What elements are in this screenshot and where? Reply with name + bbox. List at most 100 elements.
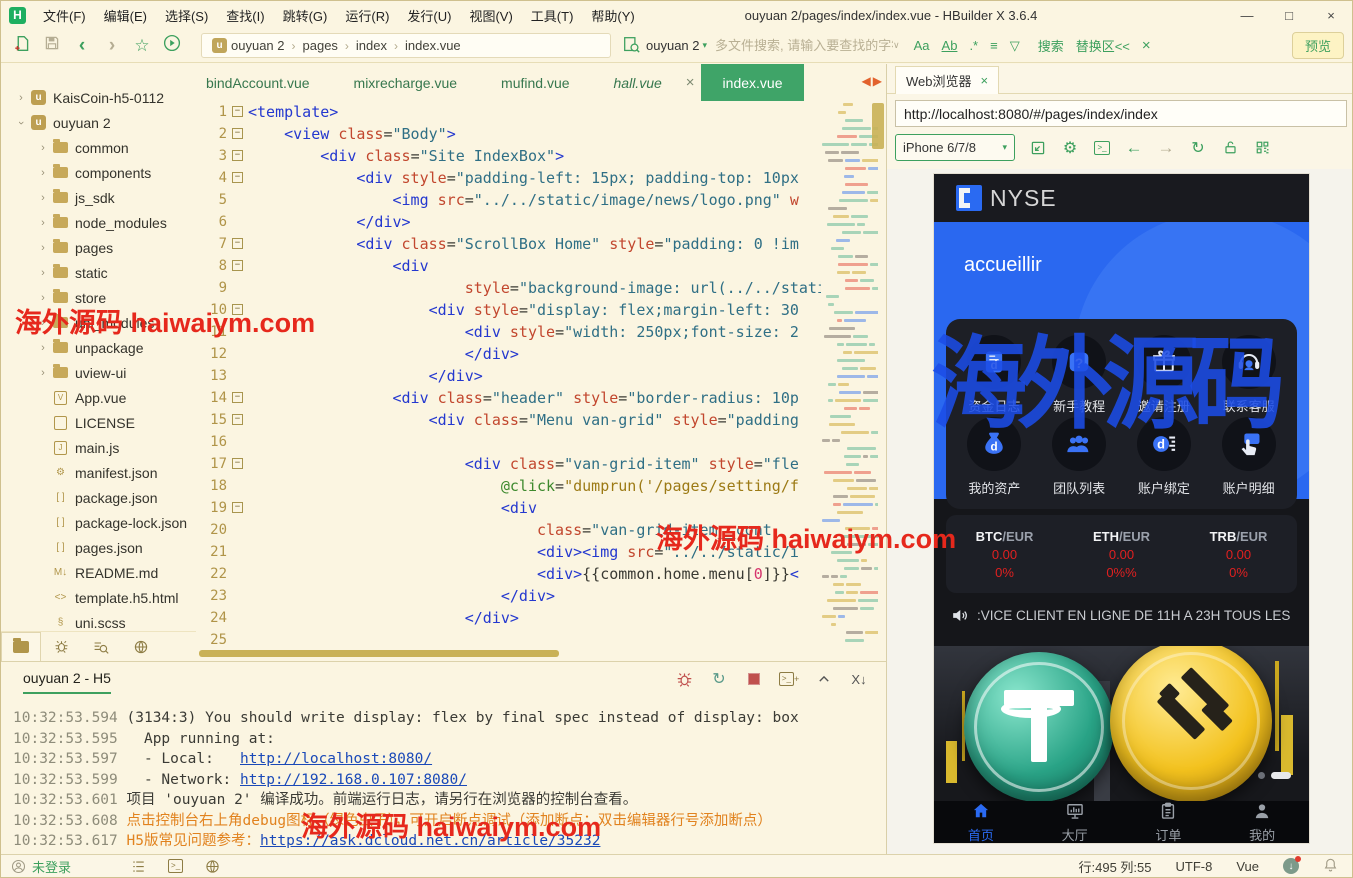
breadcrumb-item[interactable]: pages — [303, 38, 338, 53]
fold-marker-icon[interactable]: − — [232, 128, 243, 139]
chevron-icon[interactable]: › — [37, 317, 49, 329]
menu-item[interactable]: 选择(S) — [156, 2, 217, 29]
market-tile-trb[interactable]: TRB/EUR 0.00 0% — [1180, 515, 1297, 593]
market-tile-eth[interactable]: ETH/EUR 0.00 0%% — [1063, 515, 1180, 593]
fold-marker-icon[interactable]: − — [232, 392, 243, 403]
multi-file-search-icon[interactable] — [623, 36, 640, 56]
search-history-caret-icon[interactable]: ∨ — [893, 40, 900, 51]
menu-item-账户明细[interactable]: 账户明细 — [1206, 417, 1291, 499]
menu-item[interactable]: 工具(T) — [522, 2, 583, 29]
search-button[interactable]: 搜索 — [1038, 36, 1064, 55]
phone-tab-订单[interactable]: 订单 — [1122, 801, 1216, 843]
breadcrumb-item[interactable]: index.vue — [405, 38, 461, 53]
nav-back-icon[interactable]: ← — [1125, 138, 1143, 157]
files-panel-tab[interactable] — [1, 632, 41, 661]
search-scope[interactable]: ouyuan 2 — [646, 38, 700, 53]
line-number[interactable]: 19 — [196, 497, 232, 519]
console-window-icon[interactable]: >_ — [1093, 139, 1111, 157]
tree-item-kaiscoin-h5-0112[interactable]: › u KaisCoin-h5-0112 — [1, 85, 196, 110]
menu-item[interactable]: 视图(V) — [460, 2, 521, 29]
account-icon[interactable] — [11, 859, 26, 874]
minimize-button[interactable]: — — [1226, 1, 1268, 29]
tree-item-node-modules[interactable]: › node_modules — [1, 210, 196, 235]
bookmark-star-icon[interactable]: ☆ — [127, 36, 157, 56]
close-tab-icon[interactable]: × — [686, 74, 695, 91]
breadcrumb-item[interactable]: index — [356, 38, 387, 53]
menu-item-团队列表[interactable]: 团队列表 — [1037, 417, 1122, 499]
fold-marker-icon[interactable]: − — [232, 260, 243, 271]
refresh-icon[interactable]: ↻ — [1189, 139, 1207, 157]
tree-item-license[interactable]: LICENSE — [1, 410, 196, 435]
menu-item-新手教程[interactable]: ? 新手教程 — [1037, 335, 1122, 417]
close-browser-tab-icon[interactable]: × — [981, 73, 989, 88]
tree-item-main-js[interactable]: Jmain.js — [1, 435, 196, 460]
chevron-icon[interactable]: › — [15, 117, 27, 129]
chevron-icon[interactable]: › — [15, 92, 27, 104]
tree-item-package-lock-json[interactable]: [ ] package-lock.json — [1, 510, 196, 535]
network-icon[interactable] — [205, 859, 220, 874]
line-number[interactable]: 24 — [196, 607, 232, 629]
breadcrumb-item[interactable]: ouyuan 2 — [231, 38, 285, 53]
debug-panel-tab[interactable] — [41, 632, 81, 661]
qr-code-icon[interactable] — [1253, 139, 1271, 157]
match-case-button[interactable]: Aa — [914, 38, 930, 53]
code-area[interactable]: 1− <template> 2− <view class="Body"> 3− <di… — [196, 101, 821, 647]
extensions-panel-tab[interactable] — [121, 632, 161, 661]
menu-item-账户绑定[interactable]: d 账户绑定 — [1122, 417, 1207, 499]
whole-word-button[interactable]: Ab — [942, 38, 958, 53]
line-number[interactable]: 15 — [196, 409, 232, 431]
menu-item-邀请注册[interactable]: 邀请注册 — [1122, 335, 1207, 417]
multiline-button[interactable]: ≡ — [990, 38, 998, 53]
debug-bug-icon[interactable] — [675, 670, 693, 688]
fold-marker-icon[interactable]: − — [232, 304, 243, 315]
tree-item-uview-ui[interactable]: › uview-ui — [1, 360, 196, 385]
tree-item-pages[interactable]: › pages — [1, 235, 196, 260]
fold-marker-icon[interactable]: − — [232, 106, 243, 117]
encoding[interactable]: UTF-8 — [1176, 859, 1213, 874]
menu-item-我的资产[interactable]: d 我的资产 — [952, 417, 1037, 499]
save-icon[interactable] — [37, 35, 67, 56]
tree-item-unpackage[interactable]: › unpackage — [1, 335, 196, 360]
tree-item-store[interactable]: › store — [1, 285, 196, 310]
regex-button[interactable]: .* — [969, 38, 978, 53]
menu-item-联系客服[interactable]: 联系客服 — [1206, 335, 1291, 417]
line-number[interactable]: 9 — [196, 277, 232, 299]
terminal-icon[interactable]: >_ — [168, 859, 184, 873]
chevron-icon[interactable]: › — [37, 367, 49, 379]
menu-item-资金日志[interactable]: d 资金日志 — [952, 335, 1037, 417]
menu-item[interactable]: 查找(I) — [217, 2, 273, 29]
todo-list-icon[interactable] — [131, 859, 146, 874]
line-number[interactable]: 25 — [196, 629, 232, 647]
web-browser-tab[interactable]: Web浏览器 × — [895, 66, 1000, 94]
line-number[interactable]: 12 — [196, 343, 232, 365]
device-select[interactable]: iPhone 6/7/8 ▾ — [895, 134, 1015, 161]
phone-tab-首页[interactable]: 首页 — [934, 801, 1028, 843]
chevron-icon[interactable]: › — [37, 192, 49, 204]
new-terminal-icon[interactable]: >_ + — [778, 670, 799, 688]
minimap[interactable] — [822, 103, 878, 645]
editor-tab-mixrecharge-vue[interactable]: mixrecharge.vue — [332, 64, 480, 101]
nav-forward-icon[interactable]: → — [1157, 138, 1175, 157]
collapse-panel-icon[interactable] — [815, 670, 833, 688]
horizontal-scrollbar[interactable] — [199, 650, 559, 657]
tree-item-app-vue[interactable]: V App.vue — [1, 385, 196, 410]
close-search-button[interactable]: × — [1142, 37, 1151, 54]
chevron-icon[interactable]: › — [37, 342, 49, 354]
open-external-icon[interactable] — [1029, 139, 1047, 157]
line-number[interactable]: 1 — [196, 101, 232, 123]
update-icon[interactable]: ↓ — [1283, 856, 1301, 874]
run-icon[interactable] — [157, 34, 187, 57]
replace-panel-button[interactable]: 替换区<< — [1076, 36, 1130, 55]
tree-item-template-h5-html[interactable]: <> template.h5.html — [1, 585, 196, 610]
tree-item-manifest-json[interactable]: ⚙ manifest.json — [1, 460, 196, 485]
unlock-icon[interactable] — [1221, 139, 1239, 157]
log-link[interactable]: http://192.168.0.107:8080/ — [240, 772, 467, 788]
line-number[interactable]: 20 — [196, 519, 232, 541]
tree-item-components[interactable]: › components — [1, 160, 196, 185]
line-number[interactable]: 8 — [196, 255, 232, 277]
fold-marker-icon[interactable]: − — [232, 150, 243, 161]
cursor-position[interactable]: 行:495 列:55 — [1079, 857, 1152, 876]
line-number[interactable]: 6 — [196, 211, 232, 233]
tree-item-package-json[interactable]: [ ] package.json — [1, 485, 196, 510]
tree-item-readme-md[interactable]: M↓ README.md — [1, 560, 196, 585]
